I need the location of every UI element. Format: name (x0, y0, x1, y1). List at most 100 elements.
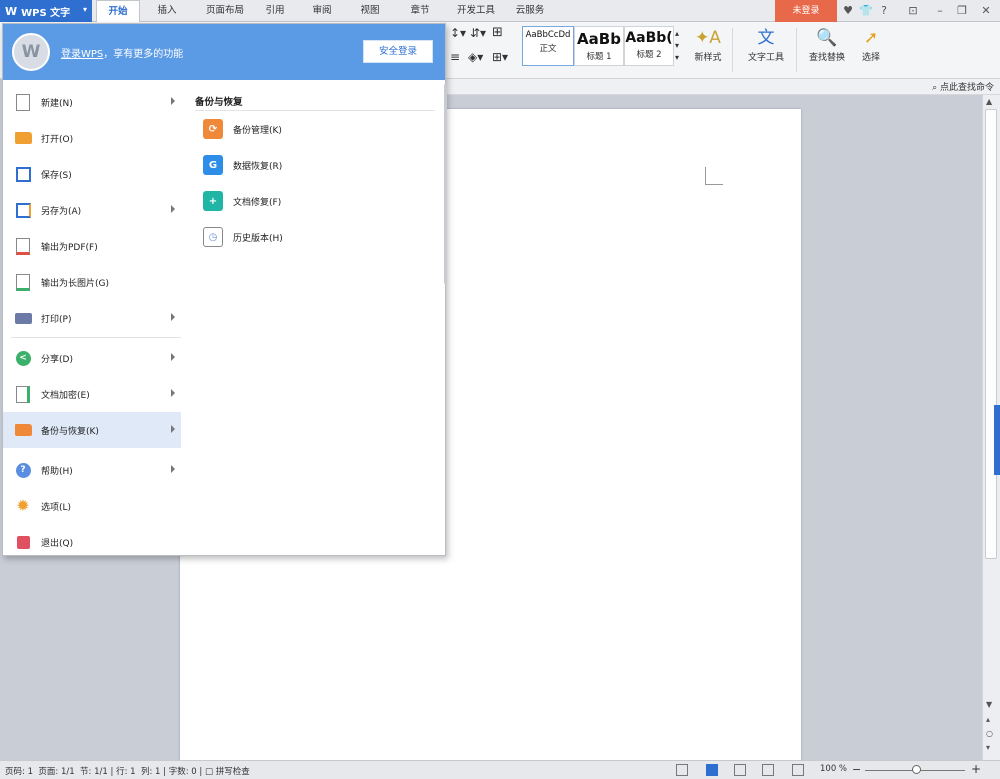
side-panel-toggle[interactable] (994, 405, 1000, 475)
checkbox-icon[interactable]: □ (205, 767, 213, 777)
menu-item-label: 打开(O) (41, 134, 74, 145)
chevron-right-icon (171, 389, 175, 397)
style-normal[interactable]: AaBbCcDd 正文 (522, 26, 574, 66)
tab-page-layout[interactable]: 页面布局 (195, 0, 255, 22)
next-page-icon[interactable]: ▾ (986, 743, 990, 752)
menu-item-options[interactable]: ✹ 选项(L) (3, 488, 181, 524)
submenu-item-data-recovery[interactable]: G 数据恢复(R) (203, 153, 282, 177)
chevron-right-icon (171, 205, 175, 213)
reading-mode-icon[interactable] (792, 764, 804, 776)
close-icon[interactable]: ✕ (978, 3, 994, 19)
submenu-item-doc-repair[interactable]: + 文档修复(F) (203, 189, 281, 213)
style-gallery-scroll[interactable]: ▴ ▾ ▾ (675, 28, 679, 64)
secure-login-button[interactable]: 安全登录 (363, 40, 433, 63)
fill-color-icon[interactable]: ◈▾ (468, 50, 483, 64)
login-prompt: 登录WPS，享有更多的功能 (61, 45, 183, 60)
tab-home[interactable]: 开始 (96, 0, 140, 23)
shirt-icon[interactable]: 👕 (858, 3, 874, 19)
select-browse-icon[interactable]: ○ (986, 729, 993, 738)
menu-item-open[interactable]: 打开(O) (3, 120, 181, 156)
menu-item-save[interactable]: 保存(S) (3, 156, 181, 192)
tab-developer[interactable]: 开发工具 (447, 0, 505, 22)
find-replace-button[interactable]: 🔍 查找替换 (802, 26, 852, 63)
line-spacing-icon[interactable]: ↕▾ (450, 26, 466, 40)
page-view-icon[interactable] (706, 764, 718, 776)
tab-cloud[interactable]: 云服务 (505, 0, 555, 22)
margin-marker (705, 167, 723, 185)
menu-item-exit[interactable]: 退出(Q) (3, 524, 181, 560)
save-icon (13, 165, 33, 183)
app-menu-button[interactable]: W WPS 文字 ▾ (0, 0, 92, 22)
select-label: 选择 (861, 53, 880, 63)
text-tools-label: 文字工具 (747, 53, 784, 63)
search-icon: ⌕ (932, 83, 940, 93)
menu-header: W 登录WPS，享有更多的功能 安全登录 (3, 24, 445, 80)
find-command-search[interactable]: ⌕ 点此查找命令 (932, 80, 994, 93)
menu-item-label: 保存(S) (41, 170, 72, 181)
submenu-item-history-version[interactable]: ◷ 历史版本(H) (203, 225, 283, 249)
tab-references[interactable]: 引用 (255, 0, 295, 22)
fullscreen-icon[interactable] (676, 764, 688, 776)
status-bar: 页码: 1 页面: 1/1 节: 1/1 | 行: 1 列: 1 | 字数: 0… (0, 760, 1000, 779)
style-heading-1[interactable]: AaBb 标题 1 (574, 26, 624, 66)
menu-item-backup-restore[interactable]: 备份与恢复(K) (3, 412, 181, 448)
menu-item-label: 文档加密(E) (41, 390, 90, 401)
skin-icon[interactable]: ♥ (840, 3, 856, 19)
menu-item-help[interactable]: ? 帮助(H) (3, 452, 181, 488)
zoom-level[interactable]: 100 % (820, 764, 847, 774)
file-menu: W 登录WPS，享有更多的功能 安全登录 新建(N) 打开(O) 保存(S) 另… (2, 23, 447, 556)
table-border-icon[interactable]: ⊞ (492, 25, 503, 40)
select-button[interactable]: ➚ 选择 (856, 26, 886, 63)
align-icon[interactable]: ≡ (450, 50, 460, 64)
maximize-icon[interactable]: ❐ (954, 3, 970, 19)
exit-icon (13, 533, 33, 551)
outline-view-icon[interactable] (734, 764, 746, 776)
menu-item-label: 帮助(H) (41, 466, 73, 477)
login-status-button[interactable]: 未登录 (775, 0, 837, 22)
menu-scrollbar[interactable] (444, 84, 447, 284)
login-link[interactable]: 登录WPS (61, 49, 103, 60)
menu-item-export-pdf[interactable]: 输出为PDF(F) (3, 228, 181, 264)
web-view-icon[interactable] (762, 764, 774, 776)
menu-item-share[interactable]: < 分享(D) (3, 340, 181, 376)
minimize-icon[interactable]: – (932, 3, 948, 19)
scroll-up-icon[interactable]: ▲ (986, 97, 992, 106)
border-icon[interactable]: ⊞▾ (492, 50, 508, 64)
new-style-label: 新样式 (694, 53, 722, 63)
submenu-item-label: 数据恢复(R) (233, 161, 283, 172)
menu-item-save-as[interactable]: 另存为(A) (3, 192, 181, 228)
zoom-in-icon[interactable]: + (971, 762, 981, 776)
new-doc-icon (13, 93, 33, 111)
scrollbar-thumb[interactable] (985, 109, 997, 559)
sort-icon[interactable]: ⇵▾ (470, 26, 486, 40)
menu-item-encrypt[interactable]: 文档加密(E) (3, 376, 181, 412)
tab-view[interactable]: 视图 (350, 0, 390, 22)
save-as-icon (13, 201, 33, 219)
menu-item-new[interactable]: 新建(N) (3, 84, 181, 120)
zoom-out-icon[interactable]: − (852, 763, 861, 776)
avatar[interactable]: W (12, 33, 50, 71)
menu-item-label: 输出为长图片(G) (41, 278, 109, 289)
text-tools-button[interactable]: 文 文字工具 (740, 26, 792, 63)
tab-chapter[interactable]: 章节 (398, 0, 442, 22)
scroll-down-icon[interactable]: ▼ (986, 700, 992, 709)
restore-ribbon-icon[interactable]: ⊡ (905, 3, 921, 19)
new-style-button[interactable]: ✦A 新样式 (688, 26, 728, 63)
tab-insert[interactable]: 插入 (145, 0, 189, 22)
menu-item-export-long-image[interactable]: 输出为长图片(G) (3, 264, 181, 300)
menu-item-label: 备份与恢复(K) (41, 426, 99, 437)
history-version-icon: ◷ (203, 227, 223, 247)
tab-review[interactable]: 审阅 (300, 0, 344, 22)
prev-page-icon[interactable]: ▴ (986, 715, 990, 724)
help-icon[interactable]: ? (876, 3, 892, 19)
spellcheck-toggle[interactable]: 拼写检查 (216, 767, 250, 777)
zoom-slider-thumb[interactable] (912, 765, 921, 774)
submenu-item-backup-manage[interactable]: ⟳ 备份管理(K) (203, 117, 282, 141)
chevron-right-icon (171, 465, 175, 473)
menu-tab-bar: W WPS 文字 ▾ 开始 插入 页面布局 引用 审阅 视图 章节 开发工具 云… (0, 0, 1000, 23)
menu-item-label: 另存为(A) (41, 206, 82, 217)
menu-item-print[interactable]: 打印(P) (3, 300, 181, 336)
status-line: 行: 1 (116, 767, 136, 777)
login-prompt-text: ，享有更多的功能 (103, 49, 184, 60)
style-heading-2[interactable]: AaBb( 标题 2 (624, 26, 674, 66)
